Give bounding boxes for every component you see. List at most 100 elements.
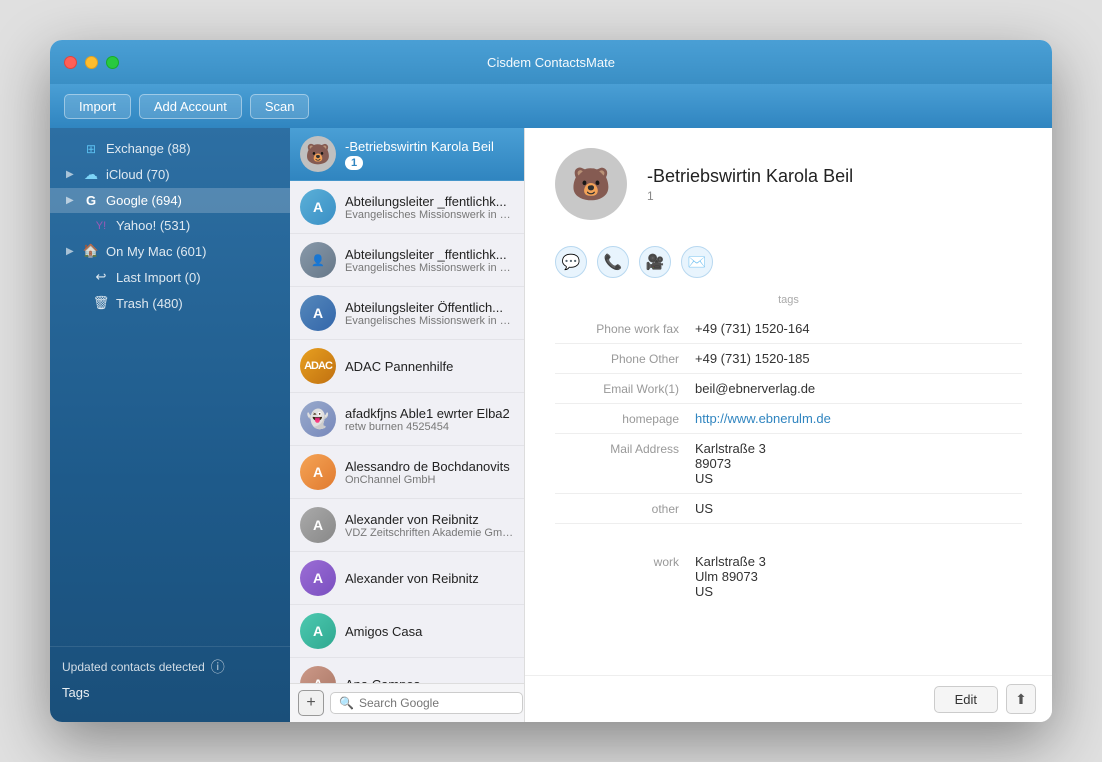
- close-button[interactable]: [64, 56, 77, 69]
- field-value[interactable]: http://www.ebnerulm.de: [695, 411, 1022, 426]
- contact-info: ADAC Pannenhilfe: [345, 359, 514, 374]
- contact-list-footer: + 🔍: [290, 683, 524, 722]
- detail-section-tags: tags: [555, 294, 1022, 306]
- trash-icon: 🗑: [92, 295, 110, 311]
- sidebar-item-exchange[interactable]: ⊞ Exchange (88): [50, 136, 290, 161]
- sidebar-item-lastimport[interactable]: ↩ Last Import (0): [50, 264, 290, 290]
- field-row-phone-fax: Phone work fax +49 (731) 1520-164: [555, 314, 1022, 344]
- field-value: US: [695, 501, 1022, 516]
- detail-content: 🐻 -Betriebswirtin Karola Beil 1 💬 📞 🎥: [525, 128, 1052, 675]
- edit-button[interactable]: Edit: [934, 686, 998, 713]
- contact-info: Abteilungsleiter Öffentlich... Evangelis…: [345, 300, 514, 327]
- detail-header: 🐻 -Betriebswirtin Karola Beil 1: [555, 148, 1022, 236]
- field-label: work: [555, 554, 695, 569]
- contact-item-3[interactable]: 👤 Abteilungsleiter _ffentlichk... Evange…: [290, 234, 524, 287]
- sidebar-item-label: Yahoo! (531): [116, 218, 190, 233]
- field-row-work: work Karlstraße 3 Ulm 89073 US: [555, 524, 1022, 606]
- tags-section: Tags: [62, 677, 278, 704]
- contact-item-4[interactable]: A Abteilungsleiter Öffentlich... Evangel…: [290, 287, 524, 340]
- contact-name: ADAC Pannenhilfe: [345, 359, 514, 374]
- avatar: A: [300, 613, 336, 649]
- field-label: other: [555, 501, 695, 516]
- contact-item-1[interactable]: 🐻 -Betriebswirtin Karola Beil 1: [290, 128, 524, 181]
- email-button[interactable]: ✉️: [681, 246, 713, 278]
- icloud-icon: ☁: [82, 166, 100, 183]
- message-icon: 💬: [562, 253, 581, 271]
- sidebar-item-icloud[interactable]: ▶ ☁ iCloud (70): [50, 161, 290, 188]
- contact-info: Alexander von Reibnitz VDZ Zeitschriften…: [345, 512, 514, 539]
- sidebar-item-google[interactable]: ▶ G Google (694): [50, 188, 290, 213]
- contact-info: Alexander von Reibnitz: [345, 571, 514, 586]
- contact-name: Amigos Casa: [345, 624, 514, 639]
- scan-button[interactable]: Scan: [250, 94, 310, 119]
- exchange-icon: ⊞: [82, 142, 100, 156]
- import-icon: ↩: [92, 269, 110, 285]
- search-box: 🔍: [330, 692, 523, 714]
- field-value: Karlstraße 3 Ulm 89073 US: [695, 554, 1022, 599]
- contact-item-9[interactable]: A Alexander von Reibnitz: [290, 552, 524, 605]
- action-buttons: 💬 📞 🎥 ✉️: [555, 236, 1022, 294]
- field-label: Mail Address: [555, 441, 695, 456]
- content-area: ⊞ Exchange (88) ▶ ☁ iCloud (70) ▶ G Goog…: [50, 128, 1052, 722]
- contact-item-11[interactable]: A Ana Campos: [290, 658, 524, 683]
- contact-name: Alexander von Reibnitz: [345, 512, 514, 527]
- sidebar-item-trash[interactable]: 🗑 Trash (480): [50, 290, 290, 316]
- sidebar-item-label: iCloud (70): [106, 167, 170, 182]
- field-value: Karlstraße 3 89073 US: [695, 441, 1022, 486]
- expand-icon: ▶: [66, 169, 76, 180]
- update-notice-text: Updated contacts detected: [62, 660, 205, 674]
- titlebar: Cisdem ContactsMate: [50, 40, 1052, 84]
- sidebar-item-label: Exchange (88): [106, 141, 191, 156]
- field-row-mailaddress: Mail Address Karlstraße 3 89073 US: [555, 434, 1022, 494]
- avatar: 🐻: [300, 136, 336, 172]
- video-button[interactable]: 🎥: [639, 246, 671, 278]
- avatar: ADAC: [300, 348, 336, 384]
- contact-item-2[interactable]: A Abteilungsleiter _ffentlichk... Evange…: [290, 181, 524, 234]
- google-icon: G: [82, 193, 100, 208]
- contact-info: -Betriebswirtin Karola Beil 1: [345, 139, 514, 170]
- contact-item-10[interactable]: A Amigos Casa: [290, 605, 524, 658]
- avatar: A: [300, 560, 336, 596]
- contact-item-5[interactable]: ADAC ADAC Pannenhilfe: [290, 340, 524, 393]
- search-icon: 🔍: [339, 696, 354, 710]
- contact-detail-name: -Betriebswirtin Karola Beil: [647, 166, 853, 187]
- add-contact-button[interactable]: +: [298, 690, 324, 716]
- field-row-phone-other: Phone Other +49 (731) 1520-185: [555, 344, 1022, 374]
- add-account-button[interactable]: Add Account: [139, 94, 242, 119]
- field-label: Phone work fax: [555, 321, 695, 336]
- sidebar-item-yahoo[interactable]: Y! Yahoo! (531): [50, 213, 290, 238]
- contact-subtitle: Evangelisches Missionswerk in Deu: [345, 262, 514, 274]
- contact-info: Abteilungsleiter _ffentlichk... Evangeli…: [345, 194, 514, 221]
- sidebar-item-onmymac[interactable]: ▶ 🏠 On My Mac (601): [50, 238, 290, 264]
- contact-item-6[interactable]: 👻 afadkfjns Able1 ewrter Elba2 retw burn…: [290, 393, 524, 446]
- avatar: A: [300, 507, 336, 543]
- avatar: A: [300, 666, 336, 683]
- sidebar-item-label: Google (694): [106, 193, 182, 208]
- phone-icon: 📞: [604, 253, 623, 271]
- yahoo-icon: Y!: [92, 220, 110, 232]
- message-button[interactable]: 💬: [555, 246, 587, 278]
- contact-list: 🐻 -Betriebswirtin Karola Beil 1 A Abteil…: [290, 128, 525, 722]
- maximize-button[interactable]: [106, 56, 119, 69]
- contact-item-8[interactable]: A Alexander von Reibnitz VDZ Zeitschrift…: [290, 499, 524, 552]
- update-notice[interactable]: Updated contacts detected ⓘ: [62, 657, 278, 677]
- minimize-button[interactable]: [85, 56, 98, 69]
- plus-icon: +: [306, 694, 315, 712]
- avatar: 👻: [300, 401, 336, 437]
- search-input[interactable]: [359, 696, 514, 710]
- phone-button[interactable]: 📞: [597, 246, 629, 278]
- share-button[interactable]: ⬆: [1006, 684, 1036, 714]
- import-button[interactable]: Import: [64, 94, 131, 119]
- contact-name: Alexander von Reibnitz: [345, 571, 514, 586]
- contact-subtitle: retw burnen 4525454: [345, 421, 514, 433]
- traffic-lights: [64, 56, 119, 69]
- field-label: Phone Other: [555, 351, 695, 366]
- field-value: beil@ebnerverlag.de: [695, 381, 1022, 396]
- field-value: +49 (731) 1520-164: [695, 321, 1022, 336]
- contact-info: Amigos Casa: [345, 624, 514, 639]
- field-row-other: other US: [555, 494, 1022, 524]
- field-value: +49 (731) 1520-185: [695, 351, 1022, 366]
- info-icon: ⓘ: [211, 657, 225, 677]
- tags-label: Tags: [62, 685, 89, 700]
- contact-item-7[interactable]: A Alessandro de Bochdanovits OnChannel G…: [290, 446, 524, 499]
